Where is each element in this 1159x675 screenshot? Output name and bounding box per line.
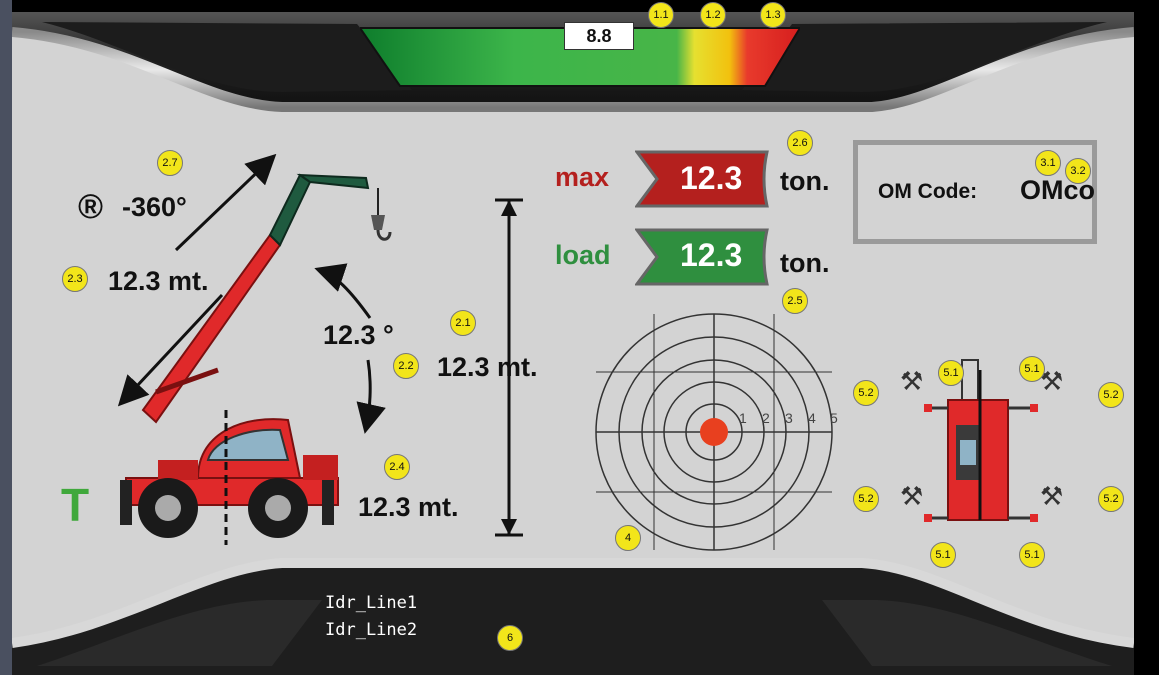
target-ring-4: 4 — [808, 410, 816, 426]
stabilizer-tilt-icon: T — [60, 479, 90, 531]
load-value: 12.3 — [680, 237, 743, 273]
callout-3-1: 3.1 — [1035, 150, 1061, 176]
callout-2-6: 2.6 — [787, 130, 813, 156]
callout-1-1: 1.1 — [648, 2, 674, 28]
callout-5-2-a: 5.2 — [853, 380, 879, 406]
callout-2-4: 2.4 — [384, 454, 410, 480]
load-unit: ton. — [780, 248, 830, 278]
callout-2-7: 2.7 — [157, 150, 183, 176]
svg-text:⚒: ⚒ — [900, 481, 923, 511]
callout-2-2: 2.2 — [393, 353, 419, 379]
telehandler-machine — [120, 173, 392, 545]
load-label: load — [555, 240, 611, 270]
callout-2-1: 2.1 — [450, 310, 476, 336]
target-ring-5: 5 — [830, 410, 838, 426]
om-code-label: OM Code: — [878, 180, 978, 203]
callout-5-2-d: 5.2 — [1098, 486, 1124, 512]
target-ring-1: 1 — [739, 410, 747, 426]
callout-2-5: 2.5 — [782, 288, 808, 314]
svg-text:⚒: ⚒ — [900, 366, 923, 396]
callout-2-3: 2.3 — [62, 266, 88, 292]
callout-6: 6 — [497, 625, 523, 651]
bottom-frame — [12, 558, 1134, 675]
stability-target — [595, 313, 833, 551]
idr-line-2: Idr_Line2 — [325, 620, 418, 640]
callout-5-1-a: 5.1 — [938, 360, 964, 386]
callout-5-2-b: 5.2 — [1098, 382, 1124, 408]
callout-5-1-b: 5.1 — [1019, 356, 1045, 382]
callout-3-2: 3.2 — [1065, 158, 1091, 184]
callout-4: 4 — [615, 525, 641, 551]
max-unit: ton. — [780, 166, 830, 196]
callout-5-1-d: 5.1 — [1019, 542, 1045, 568]
svg-text:⚒: ⚒ — [1040, 481, 1063, 511]
left-frame — [0, 0, 12, 675]
target-ring-2: 2 — [762, 410, 770, 426]
machine-top-view: ⚒ ⚒ ⚒ ⚒ — [900, 359, 1063, 522]
target-ring-3: 3 — [785, 410, 793, 426]
max-value: 12.3 — [680, 160, 743, 196]
callout-1-2: 1.2 — [700, 2, 726, 28]
callout-5-1-c: 5.1 — [930, 542, 956, 568]
dashboard-screen: 8.8 Idr_Line1 Idr_Line2 ® -360° 12.3 mt.… — [0, 0, 1159, 675]
idr-line-1: Idr_Line1 — [325, 593, 418, 613]
right-frame — [1134, 0, 1159, 675]
callout-5-2-c: 5.2 — [853, 486, 879, 512]
max-label: max — [555, 162, 610, 192]
callout-1-3: 1.3 — [760, 2, 786, 28]
load-bar-value: 8.8 — [564, 22, 634, 50]
